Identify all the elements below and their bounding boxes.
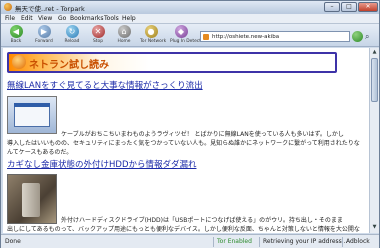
reload-icon: ↻: [65, 25, 79, 38]
vertical-scrollbar[interactable]: ▲ ▼: [369, 48, 379, 233]
thumbnail-titlebar-graphic: [14, 103, 50, 107]
onion-icon: ●: [144, 25, 158, 38]
ip-retrieval-status: Retrieving your IP address...: [263, 238, 348, 245]
menu-edit[interactable]: Edit: [21, 15, 33, 22]
home-button[interactable]: ⌂ Home: [113, 25, 135, 46]
article-thumbnail[interactable]: [7, 174, 57, 224]
menu-file[interactable]: File: [5, 15, 15, 22]
menu-go[interactable]: Go: [58, 15, 66, 22]
reload-label: Reload: [64, 39, 80, 44]
stop-icon: ✕: [91, 25, 105, 38]
window-title: 無天で使..ret - Torpark: [15, 5, 85, 13]
back-button[interactable]: ◀ Back: [5, 25, 27, 46]
status-text: Done: [5, 238, 21, 245]
article-thumbnail[interactable]: [7, 96, 57, 134]
go-button[interactable]: [352, 31, 363, 42]
address-bar[interactable]: http://oshiete.new-akiba: [200, 31, 350, 42]
menu-bookmarks[interactable]: Bookmarks: [70, 15, 104, 22]
site-header-banner[interactable]: ネトラン試し読み: [7, 52, 337, 73]
plugin-icon: ◆: [174, 25, 188, 38]
scrollbar-thumb[interactable]: [371, 58, 378, 102]
stop-label: Stop: [93, 39, 103, 44]
article-text: ケーブルがおちこちいまわものようラヴィツゼ！ とばかりに無線LANを使っている人…: [61, 131, 344, 138]
plugin-label: Plug In Detections: [170, 39, 210, 44]
reload-button[interactable]: ↻ Reload: [61, 25, 83, 46]
home-icon: ⌂: [117, 25, 131, 38]
adblock-toggle[interactable]: Adblock: [346, 238, 370, 245]
forward-label: Forward: [35, 39, 53, 44]
article-title-link[interactable]: 無線LANをすぐ見てると大事な情報がさっくり流出: [7, 79, 203, 91]
search-icon[interactable]: ⌕: [365, 31, 375, 42]
forward-arrow-icon: ▶: [37, 25, 51, 38]
status-bar: Done Tor Enabled Retrieving your IP addr…: [1, 234, 379, 248]
status-divider: [213, 237, 214, 247]
minimize-button[interactable]: –: [324, 2, 340, 12]
article-title-link[interactable]: カギなし金庫状態の外付けHDDから情報ダダ漏れ: [7, 158, 196, 170]
site-name: ネトラン試し読み: [29, 60, 109, 71]
home-label: Home: [117, 39, 131, 44]
menu-view[interactable]: View: [38, 15, 52, 22]
hdd-device-graphic: [22, 183, 40, 217]
tor-network-button[interactable]: ● Tor Network: [140, 25, 167, 46]
tor-status[interactable]: Tor Enabled: [217, 238, 252, 245]
article-text: 外付けハードディスクドライブ(HDD)は「USBポートにつなげば使える」のがウリ…: [61, 217, 343, 224]
back-arrow-icon: ◀: [9, 25, 23, 38]
browser-window: 無天で使..ret - Torpark – □ ✕ File Edit View…: [0, 0, 380, 248]
status-divider: [342, 237, 343, 247]
navigation-toolbar: ◀ Back ▶ Forward ↻ Reload ✕ Stop ⌂ Home …: [1, 24, 379, 47]
page-content: ネトラン試し読み 無線LANをすぐ見てると大事な情報がさっくり流出 ケーブルがお…: [3, 48, 369, 233]
stop-button[interactable]: ✕ Stop: [87, 25, 109, 46]
tor-network-label: Tor Network: [140, 39, 167, 44]
plugin-detection-button[interactable]: ◆ Plug In Detections: [170, 25, 210, 46]
menu-tools[interactable]: Tools: [104, 15, 119, 22]
scroll-down-icon[interactable]: ▼: [370, 223, 379, 232]
forward-button[interactable]: ▶ Forward: [33, 25, 55, 46]
menu-help[interactable]: Help: [122, 15, 136, 22]
title-bar[interactable]: 無天で使..ret - Torpark – □ ✕: [1, 1, 379, 14]
status-divider: [259, 237, 260, 247]
menu-bar: File Edit View Go Bookmarks Tools Help: [1, 14, 379, 24]
app-icon: [4, 3, 12, 11]
site-favicon-icon: [203, 34, 209, 40]
article-text: 出しにしてあるものって、バックアップ用途にもっとも便利なデバイス。しかし便利な反…: [7, 226, 360, 233]
back-label: Back: [10, 39, 22, 44]
scroll-up-icon[interactable]: ▲: [370, 48, 379, 57]
article-text: 導入したはいいものの、セキュリティにまったく気をつかっていない人も。見知らぬ誰か…: [7, 140, 360, 156]
site-logo-icon: [12, 55, 26, 69]
maximize-button[interactable]: □: [341, 2, 357, 12]
close-button[interactable]: ✕: [358, 2, 378, 12]
url-text: http://oshiete.new-akiba: [212, 34, 280, 40]
